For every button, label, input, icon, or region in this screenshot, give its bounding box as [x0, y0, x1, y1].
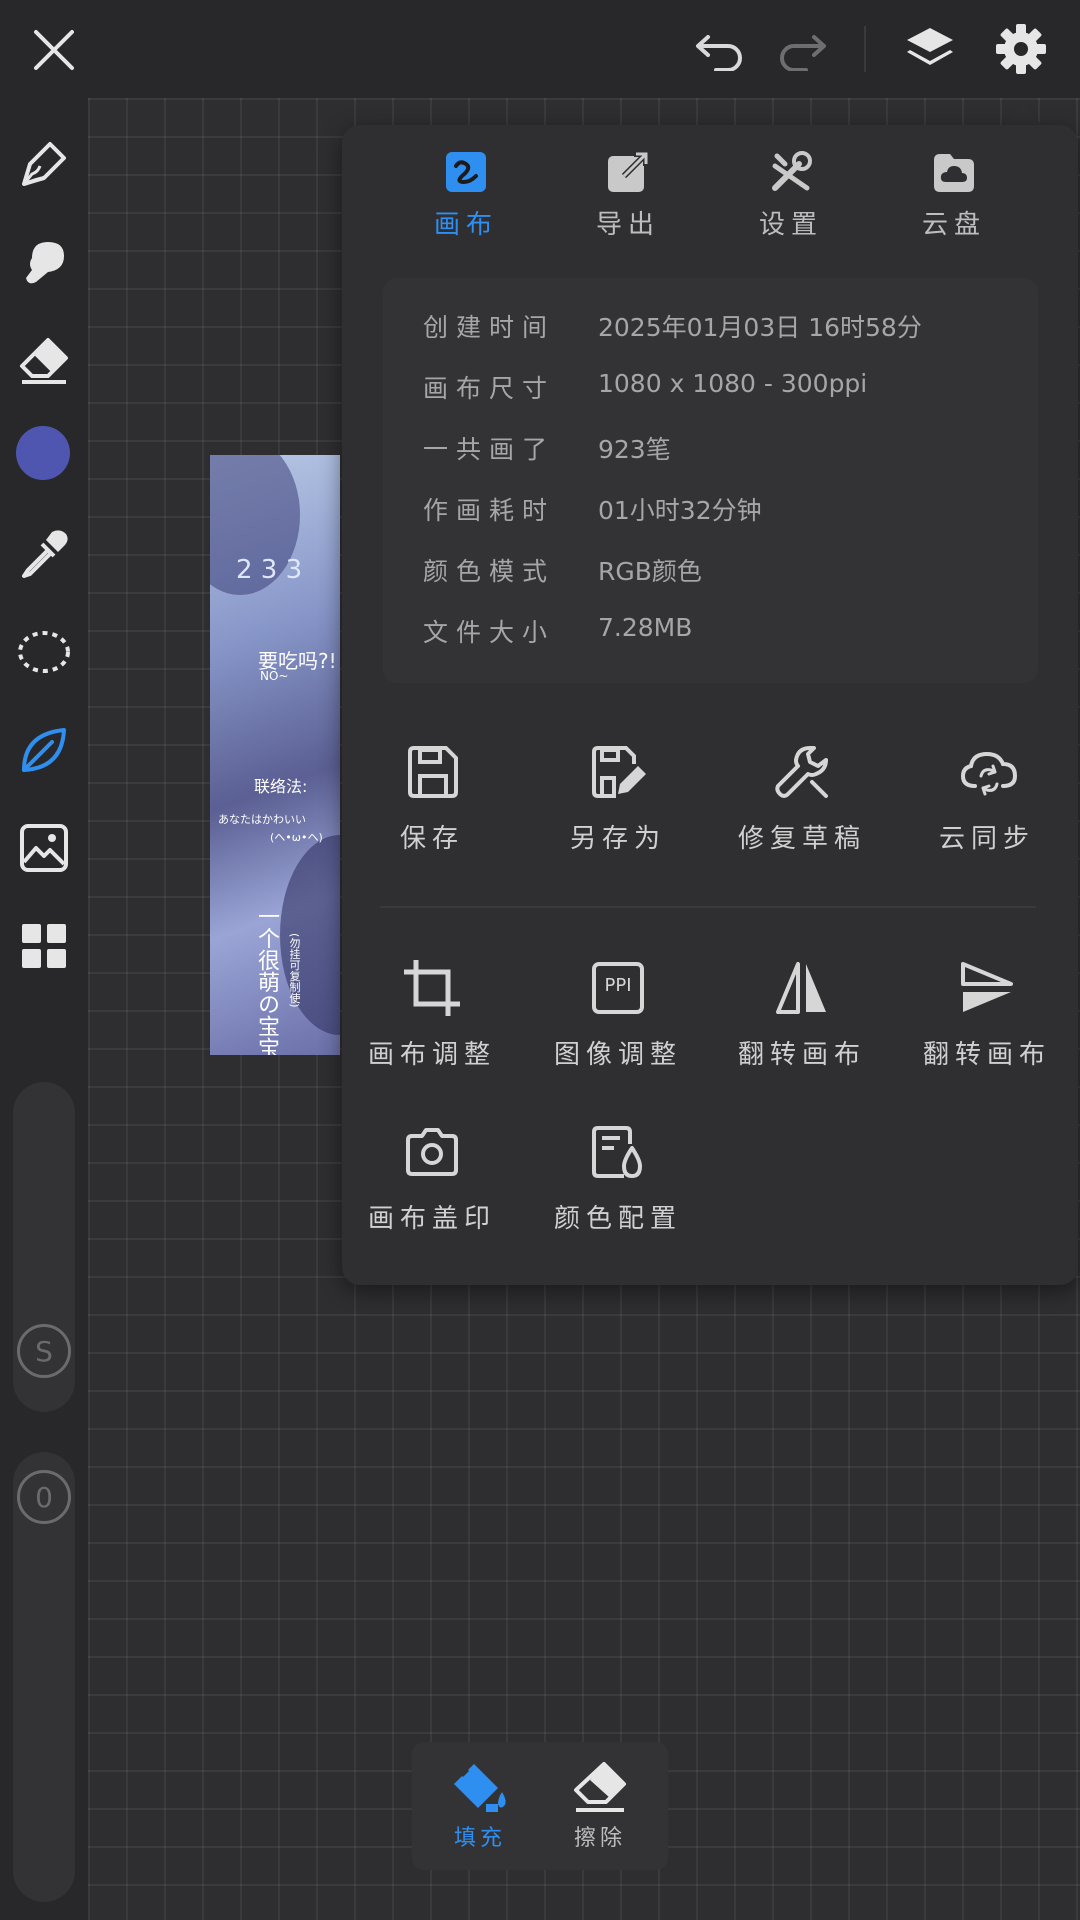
repair-draft-button[interactable]: 修复草稿 [717, 742, 887, 855]
ppi-icon: PPI [588, 958, 648, 1018]
info-key: 一共画了 [423, 435, 556, 464]
crop-icon [402, 958, 462, 1018]
color-config-button[interactable]: 颜色配置 [533, 1122, 703, 1235]
artwork-text: 联络法: [254, 777, 308, 796]
flip-canvas-horizontal-button[interactable]: 翻转画布 [717, 958, 887, 1071]
tool-label: 擦除 [573, 1826, 626, 1851]
size-slider[interactable]: S [13, 1082, 75, 1412]
color-config-icon [588, 1122, 648, 1182]
grid-icon[interactable] [14, 916, 74, 976]
canvas-icon [444, 150, 488, 194]
gear-icon[interactable] [992, 20, 1050, 78]
lasso-icon[interactable] [14, 622, 74, 682]
artwork-text: (勿挂可复制使) [288, 933, 301, 1008]
camera-icon [402, 1122, 462, 1182]
tab-label: 画布 [433, 210, 498, 240]
tab-cloud-drive[interactable]: 云盘 [894, 150, 1014, 250]
tab-label: 云盘 [921, 210, 986, 240]
image-adjust-button[interactable]: PPI 图像调整 [533, 958, 703, 1071]
tool-sidebar: S 0 [0, 98, 88, 1920]
toolbar-divider [864, 26, 866, 72]
save-icon [402, 742, 462, 802]
info-value: 923笔 [598, 435, 671, 464]
eraser-tool-icon[interactable] [14, 330, 74, 390]
image-import-icon[interactable] [14, 818, 74, 878]
action-label: 图像调整 [553, 1040, 682, 1070]
smudge-icon[interactable] [14, 232, 74, 292]
tab-canvas[interactable]: 画布 [406, 150, 526, 250]
undo-icon[interactable] [690, 26, 750, 76]
artwork-text: NO~ [260, 669, 289, 683]
tool-label: 填充 [453, 1826, 506, 1851]
eyedropper-icon[interactable] [14, 524, 74, 584]
artwork-text: あなたはかわいい [218, 813, 306, 826]
export-icon [606, 150, 650, 194]
opacity-slider[interactable]: 0 [13, 1452, 75, 1902]
info-value: RGB颜色 [598, 557, 702, 586]
top-bar [0, 0, 1080, 98]
info-value: 7.28MB [598, 613, 693, 642]
action-label: 翻转画布 [737, 1040, 866, 1070]
tab-label: 导出 [595, 210, 660, 240]
save-as-button[interactable]: 另存为 [533, 742, 703, 855]
color-swatch[interactable] [16, 426, 70, 480]
fill-tool-button[interactable]: 填充 [430, 1760, 530, 1852]
info-key: 画布尺寸 [423, 374, 556, 403]
repair-icon [772, 742, 832, 802]
artwork-text: (ヘ•ω•ヘ) [270, 831, 323, 844]
action-label: 云同步 [938, 824, 1035, 854]
action-label: 另存为 [569, 824, 666, 854]
panel-divider [380, 906, 1036, 908]
artwork-text: 2 3 3 [236, 555, 303, 585]
cloud-sync-icon [957, 742, 1018, 802]
settings-tools-icon [769, 150, 813, 194]
canvas-info-card: 创建时间 2025年01月03日 16时58分 画布尺寸 1080 x 1080… [383, 278, 1038, 683]
flip-canvas-vertical-button[interactable]: 翻转画布 [902, 958, 1072, 1071]
tab-label: 设置 [758, 210, 823, 240]
redo-icon[interactable] [772, 26, 832, 76]
action-label: 保存 [399, 824, 464, 854]
eraser-icon [570, 1760, 630, 1814]
save-button[interactable]: 保存 [347, 742, 517, 855]
erase-tool-button[interactable]: 擦除 [550, 1760, 650, 1852]
fill-erase-toolbar: 填充 擦除 [412, 1742, 668, 1870]
action-label: 翻转画布 [922, 1040, 1051, 1070]
ppi-icon-text: PPI [604, 975, 632, 996]
tab-export[interactable]: 导出 [568, 150, 688, 250]
flip-vertical-icon [957, 958, 1017, 1018]
cloud-drive-icon [932, 150, 976, 194]
canvas-adjust-button[interactable]: 画布调整 [347, 958, 517, 1071]
flip-horizontal-icon [772, 958, 832, 1018]
info-value: 01小时32分钟 [598, 496, 762, 525]
action-label: 画布盖印 [367, 1204, 496, 1234]
info-key: 颜色模式 [423, 557, 556, 586]
info-value: 2025年01月03日 16时58分 [598, 313, 922, 342]
info-key: 文件大小 [423, 618, 556, 647]
close-icon[interactable] [26, 24, 82, 76]
action-label: 画布调整 [367, 1040, 496, 1070]
leaf-brush-icon[interactable] [14, 720, 74, 780]
panel-pointer [1003, 104, 1043, 126]
artwork-canvas[interactable]: 2 3 3 要吃吗?! NO~ 联络法: あなたはかわいい (ヘ•ω•ヘ) 一个… [210, 455, 340, 1055]
action-label: 颜色配置 [553, 1204, 682, 1234]
fill-bucket-icon [450, 1760, 510, 1814]
cloud-sync-button[interactable]: 云同步 [902, 742, 1072, 855]
info-value: 1080 x 1080 - 300ppi [598, 369, 868, 398]
tab-settings[interactable]: 设置 [731, 150, 851, 250]
action-label: 修复草稿 [737, 824, 866, 854]
canvas-stamp-button[interactable]: 画布盖印 [347, 1122, 517, 1235]
save-as-icon [588, 742, 648, 802]
layers-icon[interactable] [900, 22, 960, 78]
info-key: 创建时间 [423, 313, 556, 342]
artwork-text: 一个很萌の宝宝 [254, 905, 279, 1055]
size-slider-knob[interactable]: S [17, 1324, 71, 1378]
info-key: 作画耗时 [423, 496, 556, 525]
opacity-slider-knob[interactable]: 0 [17, 1470, 71, 1524]
pen-icon[interactable] [14, 134, 74, 194]
